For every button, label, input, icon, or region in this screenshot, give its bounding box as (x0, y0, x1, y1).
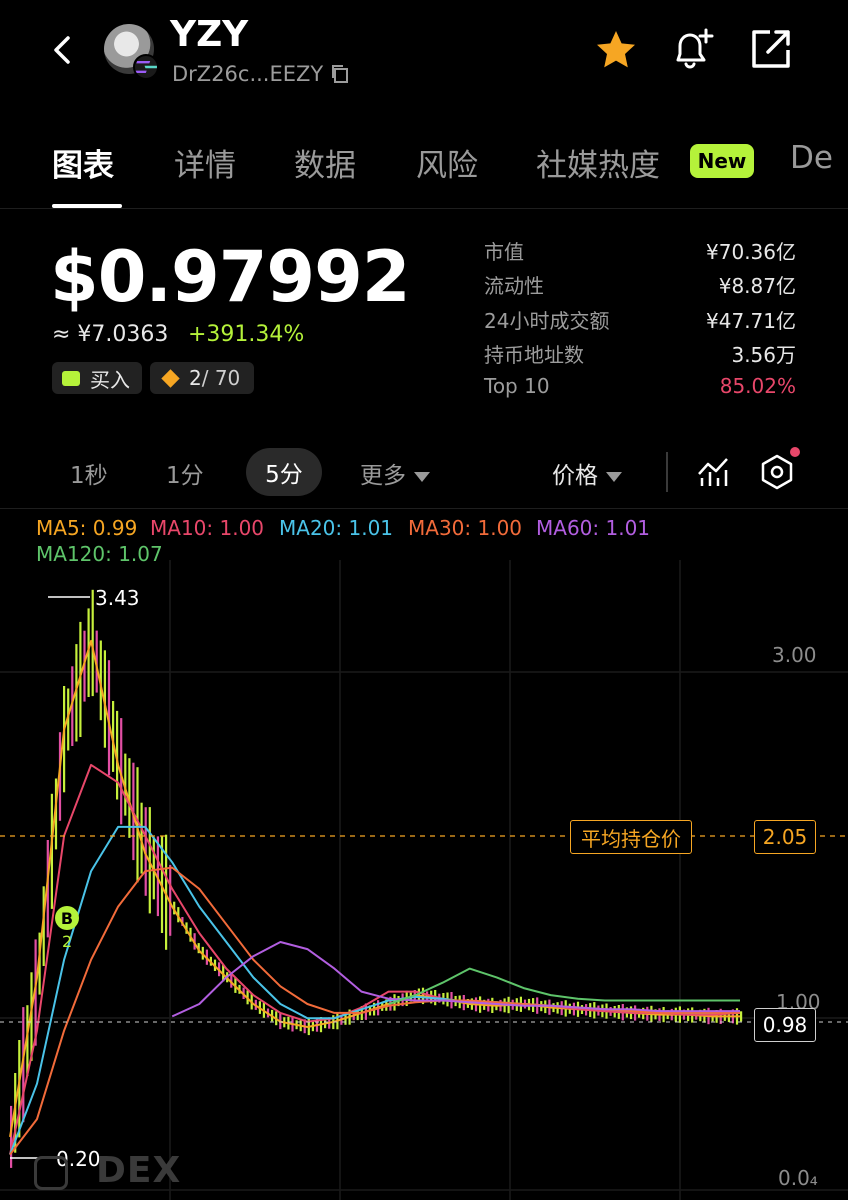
ma30-label: MA30: 1.00 (408, 516, 523, 540)
tabs-divider (0, 208, 848, 209)
ma60-label: MA60: 1.01 (536, 516, 651, 540)
ma-line-0 (9, 639, 740, 1138)
high-price-label: 3.43 (95, 586, 140, 610)
notification-dot (790, 447, 800, 457)
ma-line-2 (9, 825, 741, 1155)
chevron-down-icon (414, 471, 430, 482)
buy-button[interactable]: 买入 (52, 362, 142, 394)
indicator-chart-icon[interactable] (696, 454, 730, 488)
tab-dev[interactable]: De (790, 140, 833, 176)
current-price-tag: 0.98 (754, 1008, 816, 1042)
copy-icon[interactable] (330, 64, 350, 84)
timeframe-5m[interactable]: 5分 (246, 448, 322, 496)
tab-details[interactable]: 详情 (174, 140, 236, 185)
stat-holders-label: 持币地址数 (484, 343, 584, 367)
buy-marker-count: 2 (62, 932, 73, 951)
price-change: +391.34% (188, 322, 305, 347)
price-chart[interactable] (0, 560, 848, 1200)
avg-cost-value: 2.05 (754, 820, 816, 854)
holders-current: 2 (189, 366, 202, 390)
price-usd: $0.97992 (50, 236, 411, 318)
new-badge: New (690, 144, 754, 178)
solana-chain-icon (133, 54, 159, 80)
tab-data[interactable]: 数据 (294, 140, 356, 185)
candle-bar (740, 1011, 743, 1022)
stat-liquidity-label: 流动性 (484, 274, 544, 298)
price-alert-bell-icon[interactable] (668, 24, 718, 74)
buy-marker[interactable]: B (55, 906, 79, 930)
holders-total: / 70 (201, 366, 241, 390)
diamond-icon (161, 368, 180, 388)
toolbar-divider (0, 508, 848, 509)
token-name: YZY (170, 14, 249, 55)
timeframe-1m[interactable]: 1分 (166, 456, 204, 490)
contract-address: DrZ26c...EEZY (172, 62, 324, 86)
ma5-label: MA5: 0.99 (36, 516, 138, 540)
tab-risk[interactable]: 风险 (416, 140, 478, 185)
chevron-down-icon (606, 471, 622, 482)
stat-liquidity-value: ¥8.87亿 (718, 274, 796, 298)
wallet-icon (62, 370, 80, 386)
stat-holders-value: 3.56万 (731, 343, 796, 367)
timeframe-1s[interactable]: 1秒 (70, 456, 108, 490)
buy-label: 买入 (90, 367, 130, 392)
y-tick-0: 0.0₄ (778, 1166, 818, 1190)
price-mode-dropdown[interactable]: 价格 (552, 456, 622, 490)
y-tick-3: 3.00 (772, 643, 817, 667)
share-icon[interactable] (748, 26, 794, 72)
ma20-label: MA20: 1.01 (279, 516, 394, 540)
chart-grid (0, 560, 848, 1200)
stat-volume-label: 24小时成交额 (484, 309, 610, 333)
tab-chart[interactable]: 图表 (52, 140, 114, 185)
more-label: 更多 (360, 463, 406, 489)
tab-social[interactable]: 社媒热度 (536, 140, 660, 185)
price-cny: ≈ ¥7.0363 (52, 322, 169, 347)
candles (10, 589, 743, 1168)
price-mode-label: 价格 (552, 463, 598, 489)
avg-cost-label: 平均持仓价 (570, 820, 692, 854)
stat-volume-value: ¥47.71亿 (706, 309, 796, 333)
favorite-star-icon[interactable] (594, 28, 638, 72)
stat-top10-value: 85.02% (719, 374, 796, 398)
stat-top10-label: Top 10 (484, 374, 550, 398)
watermark-logo-icon (34, 1156, 68, 1190)
back-arrow-icon[interactable] (44, 28, 84, 72)
timeframe-more-dropdown[interactable]: 更多 (360, 456, 430, 490)
holders-chip[interactable]: 2 / 70 (150, 362, 254, 394)
ma10-label: MA10: 1.00 (150, 516, 265, 540)
watermark-text: DEX (96, 1150, 182, 1191)
stat-market-cap-value: ¥70.36亿 (706, 240, 796, 264)
ma-lines (9, 639, 741, 1156)
settings-icon[interactable] (760, 454, 794, 490)
stat-market-cap-label: 市值 (484, 240, 524, 264)
toolbar-separator (666, 452, 668, 492)
